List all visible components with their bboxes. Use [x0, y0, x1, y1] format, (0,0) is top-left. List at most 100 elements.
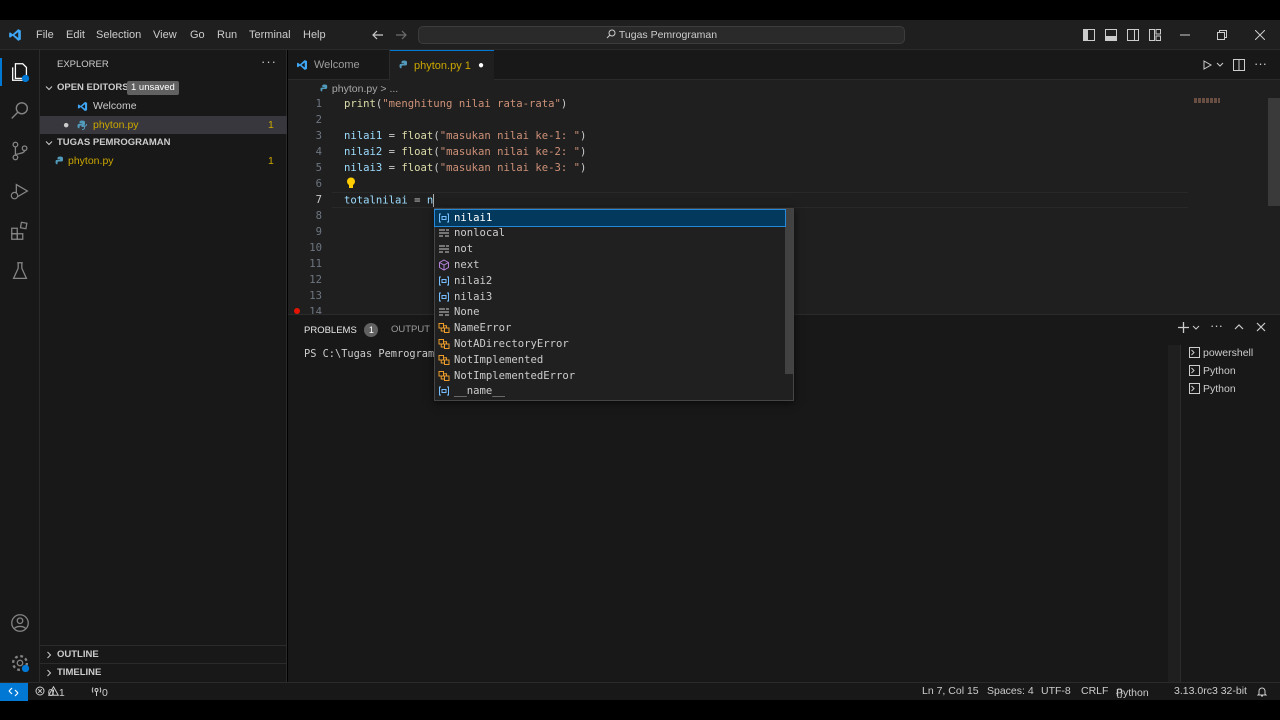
terminal-item[interactable]: powershell: [1189, 345, 1253, 363]
code-line: totalnilai = n: [344, 194, 435, 207]
folder-header[interactable]: TUGAS PEMROGRAMAN: [40, 134, 287, 152]
toggle-secondary-sidebar-icon[interactable]: [1127, 29, 1139, 41]
tab-phyton[interactable]: phyton.py 1 ●: [390, 50, 494, 81]
explorer-icon[interactable]: [9, 61, 31, 83]
scrollbar-thumb[interactable]: [1268, 98, 1280, 206]
suggestion-item[interactable]: NotImplemented: [435, 352, 785, 368]
open-editor-phyton[interactable]: ● phyton.py 1: [40, 116, 287, 134]
chevron-down-icon[interactable]: [1192, 325, 1200, 331]
account-icon[interactable]: [9, 612, 31, 634]
customize-layout-icon[interactable]: [1149, 29, 1161, 41]
ports-status[interactable]: 0: [91, 685, 108, 699]
tab-welcome[interactable]: Welcome: [288, 50, 390, 80]
suggestion-item[interactable]: NotADirectoryError: [435, 336, 785, 352]
indentation[interactable]: Spaces: 4: [987, 685, 1034, 697]
testing-icon[interactable]: [9, 260, 31, 282]
lightbulb-icon[interactable]: [346, 177, 356, 189]
search-icon[interactable]: [9, 100, 31, 122]
restore-icon[interactable]: [1217, 30, 1227, 40]
suggestion-item[interactable]: NotImplementedError: [435, 368, 785, 384]
menu-view[interactable]: View: [153, 29, 177, 41]
python-file-icon: [77, 120, 87, 130]
new-terminal-icon[interactable]: [1178, 322, 1189, 333]
terminal-item[interactable]: Python: [1189, 363, 1236, 381]
close-window-icon[interactable]: [1255, 30, 1265, 40]
extensions-icon[interactable]: [9, 220, 31, 242]
forward-arrow-icon[interactable]: [395, 29, 407, 41]
run-debug-icon[interactable]: [9, 180, 31, 202]
menu-run[interactable]: Run: [217, 29, 237, 41]
suggestion-item[interactable]: None: [435, 304, 785, 320]
unsaved-badge: 1 unsaved: [127, 81, 179, 95]
more-actions-icon[interactable]: ···: [1210, 318, 1223, 333]
line-ending[interactable]: CRLF: [1081, 685, 1108, 697]
open-editors-header[interactable]: OPEN EDITORS 1 unsaved: [40, 79, 287, 97]
menu-go[interactable]: Go: [190, 29, 205, 41]
terminal-label: Python: [1203, 383, 1236, 395]
breadcrumb-file[interactable]: phyton.py: [332, 83, 378, 95]
maximize-panel-icon[interactable]: [1234, 323, 1244, 331]
dirty-dot-icon[interactable]: ●: [478, 51, 484, 81]
python-interpreter[interactable]: 3.13.0rc3 32-bit: [1174, 685, 1247, 697]
open-editor-welcome[interactable]: Welcome: [40, 97, 287, 115]
timeline-header[interactable]: TIMELINE: [40, 664, 287, 682]
run-icon[interactable]: [1202, 60, 1212, 70]
encoding[interactable]: UTF-8: [1041, 685, 1071, 697]
suggestion-item[interactable]: not: [435, 241, 785, 257]
tab-label: phyton.py 1: [414, 60, 471, 72]
manage-gear-icon[interactable]: [9, 652, 31, 674]
suggestion-item[interactable]: __name__: [435, 383, 785, 399]
suggestion-label: not: [454, 243, 474, 256]
more-actions-icon[interactable]: ···: [261, 54, 277, 69]
menu-edit[interactable]: Edit: [66, 29, 85, 41]
suggestion-item[interactable]: NameError: [435, 320, 785, 336]
cursor-position[interactable]: Ln 7, Col 15: [922, 685, 979, 697]
more-actions-icon[interactable]: ···: [1254, 56, 1267, 71]
dirty-dot-icon[interactable]: ●: [63, 116, 69, 134]
token-operator: =: [382, 162, 402, 174]
close-panel-icon[interactable]: [1256, 322, 1266, 332]
chevron-down-icon[interactable]: [1216, 62, 1224, 68]
method-icon: [438, 259, 450, 271]
breadcrumb-symbol[interactable]: ...: [389, 83, 398, 95]
minimap[interactable]: [1194, 98, 1220, 103]
notifications-bell-icon[interactable]: [1257, 686, 1267, 697]
suggestion-item[interactable]: nilai2: [435, 273, 785, 289]
suggest-scrollbar[interactable]: [785, 209, 793, 374]
suggestion-item[interactable]: nonlocal: [435, 225, 785, 241]
tab-problems[interactable]: PROBLEMS 1: [304, 323, 379, 337]
menu-file[interactable]: File: [36, 29, 54, 41]
class-icon: [438, 354, 450, 366]
minimize-icon[interactable]: [1180, 34, 1190, 36]
suggestion-item[interactable]: nilai1: [434, 208, 786, 227]
file-phyton[interactable]: phyton.py 1: [40, 152, 287, 170]
source-control-icon[interactable]: [9, 140, 31, 162]
problems-status[interactable]: 0 1: [35, 685, 65, 699]
line-number: 1: [315, 98, 322, 110]
line-number: 9: [315, 226, 322, 238]
keyword-icon: [438, 243, 450, 255]
outline-header[interactable]: OUTLINE: [40, 646, 287, 664]
toggle-primary-sidebar-icon[interactable]: [1083, 29, 1095, 41]
menu-selection[interactable]: Selection: [96, 29, 141, 41]
line-number: 5: [315, 162, 322, 174]
terminal-scrollbar[interactable]: [1168, 345, 1180, 683]
suggestion-item[interactable]: nilai3: [435, 289, 785, 305]
menu-terminal[interactable]: Terminal: [249, 29, 291, 41]
command-center-search[interactable]: Tugas Pemrograman: [418, 26, 905, 44]
split-editor-icon[interactable]: [1233, 59, 1245, 71]
terminal-output[interactable]: PS C:\Tugas Pemrograma: [304, 348, 440, 360]
error-icon: [35, 686, 45, 696]
warning-icon: [47, 685, 60, 696]
terminal-item[interactable]: Python: [1189, 381, 1236, 399]
problem-count: 1: [268, 155, 274, 167]
autocomplete-widget[interactable]: nilai1 nonlocal not next nilai2 nilai3 None Nam…: [434, 208, 794, 401]
back-arrow-icon[interactable]: [372, 29, 384, 41]
tab-output[interactable]: OUTPUT: [391, 324, 430, 335]
remote-button[interactable]: [0, 683, 28, 701]
toggle-panel-icon[interactable]: [1105, 29, 1117, 41]
suggestion-item[interactable]: next: [435, 257, 785, 273]
menu-help[interactable]: Help: [303, 29, 326, 41]
folder-label: TUGAS PEMROGRAMAN: [57, 137, 171, 148]
suggestion-label: NotADirectoryError: [454, 337, 569, 350]
